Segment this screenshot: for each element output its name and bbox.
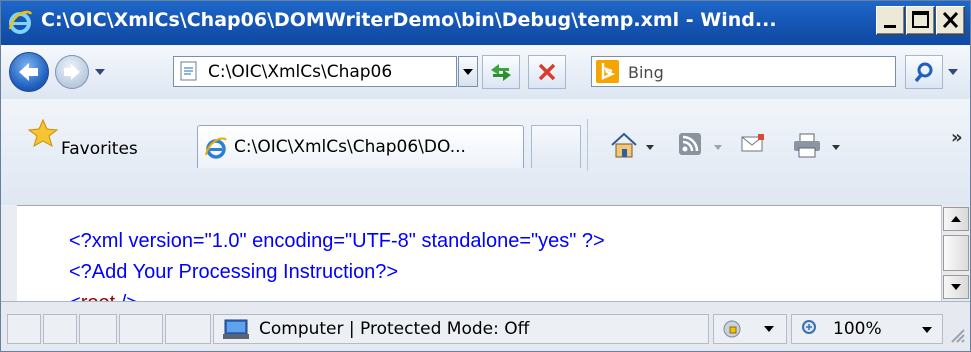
computer-icon [223, 319, 249, 339]
star-icon[interactable] [27, 117, 59, 149]
shield-lock-icon [723, 320, 774, 338]
recent-pages-chevron-down-icon[interactable] [93, 65, 107, 79]
status-bar: Computer | Protected Mode: Off 100% [1, 301, 970, 351]
mail-icon[interactable] [739, 131, 767, 157]
status-pane [79, 314, 117, 344]
zoom-level: 100% [833, 319, 882, 339]
zoom-chevron-down-icon [922, 327, 932, 333]
back-arrow-icon [19, 63, 38, 81]
scroll-thumb[interactable] [943, 235, 969, 271]
address-dropdown-button[interactable] [458, 56, 478, 87]
feeds-chevron-down-icon[interactable] [713, 142, 723, 152]
rss-icon[interactable] [677, 131, 703, 157]
minimize-button[interactable] [876, 6, 905, 35]
tab-current-page[interactable]: C:\OIC\XmlCs\Chap06\DO... [197, 125, 524, 168]
status-pane [7, 314, 41, 344]
refresh-button[interactable] [482, 55, 520, 89]
search-button[interactable] [905, 55, 943, 89]
printer-icon[interactable] [791, 131, 823, 159]
close-icon [942, 11, 959, 29]
security-zone-text: Computer | Protected Mode: Off [259, 319, 530, 339]
status-pane [119, 314, 163, 344]
chevron-down-icon [463, 69, 473, 75]
title-bar[interactable]: C:\OIC\XmlCs\Chap06\DOMWriterDemo\bin\De… [1, 1, 970, 45]
ie-logo-icon [205, 137, 227, 159]
refresh-icon [491, 64, 511, 81]
search-placeholder: Bing [628, 63, 664, 82]
zoom-icon [802, 320, 816, 334]
favorites-button[interactable]: Favorites [61, 139, 138, 159]
magnifier-icon [914, 62, 933, 83]
processing-instruction-line: <?Add Your Processing Instruction?> [69, 261, 399, 283]
browser-window: C:\OIC\XmlCs\Chap06\DOMWriterDemo\bin\De… [0, 0, 971, 352]
divider [587, 119, 588, 171]
navigation-bar: C:\OIC\XmlCs\Chap06 Bing [1, 45, 970, 99]
protected-mode-button[interactable] [713, 314, 787, 344]
search-options-chevron-down-icon[interactable] [946, 65, 960, 79]
forward-arrow-icon [64, 64, 80, 80]
ie-logo-icon [8, 10, 33, 34]
minimize-icon [884, 25, 896, 28]
back-button[interactable] [9, 52, 49, 92]
vertical-scrollbar[interactable] [941, 205, 970, 301]
scroll-down-button[interactable] [943, 275, 969, 299]
address-url: C:\OIC\XmlCs\Chap06 [208, 62, 393, 82]
status-pane [43, 314, 77, 344]
forward-button[interactable] [55, 55, 89, 89]
more-commands-chevron-icon[interactable]: » [951, 127, 963, 148]
arrow-up-icon [951, 216, 961, 222]
stop-button[interactable] [528, 55, 566, 89]
tab-title: C:\OIC\XmlCs\Chap06\DO... [234, 137, 466, 157]
scroll-up-button[interactable] [943, 207, 969, 231]
resize-grip-icon[interactable] [946, 324, 966, 344]
new-tab-button[interactable] [531, 125, 581, 168]
close-button[interactable] [936, 6, 965, 35]
window-title: C:\OIC\XmlCs\Chap06\DOMWriterDemo\bin\De… [41, 9, 777, 31]
arrow-down-icon [951, 284, 961, 290]
home-chevron-down-icon[interactable] [645, 142, 655, 152]
status-pane [165, 314, 211, 344]
print-chevron-down-icon[interactable] [831, 142, 841, 152]
maximize-icon [912, 11, 929, 28]
page-icon [180, 61, 197, 81]
address-field[interactable]: C:\OIC\XmlCs\Chap06 [173, 56, 457, 87]
document-viewport: <?xml version="1.0" encoding="UTF-8" sta… [17, 205, 941, 314]
maximize-button[interactable] [906, 6, 935, 35]
xml-declaration-line: <?xml version="1.0" encoding="UTF-8" sta… [69, 230, 605, 252]
home-icon[interactable] [609, 131, 639, 159]
search-input[interactable]: Bing [591, 56, 896, 87]
bing-icon [596, 60, 619, 83]
stop-icon [538, 63, 556, 81]
